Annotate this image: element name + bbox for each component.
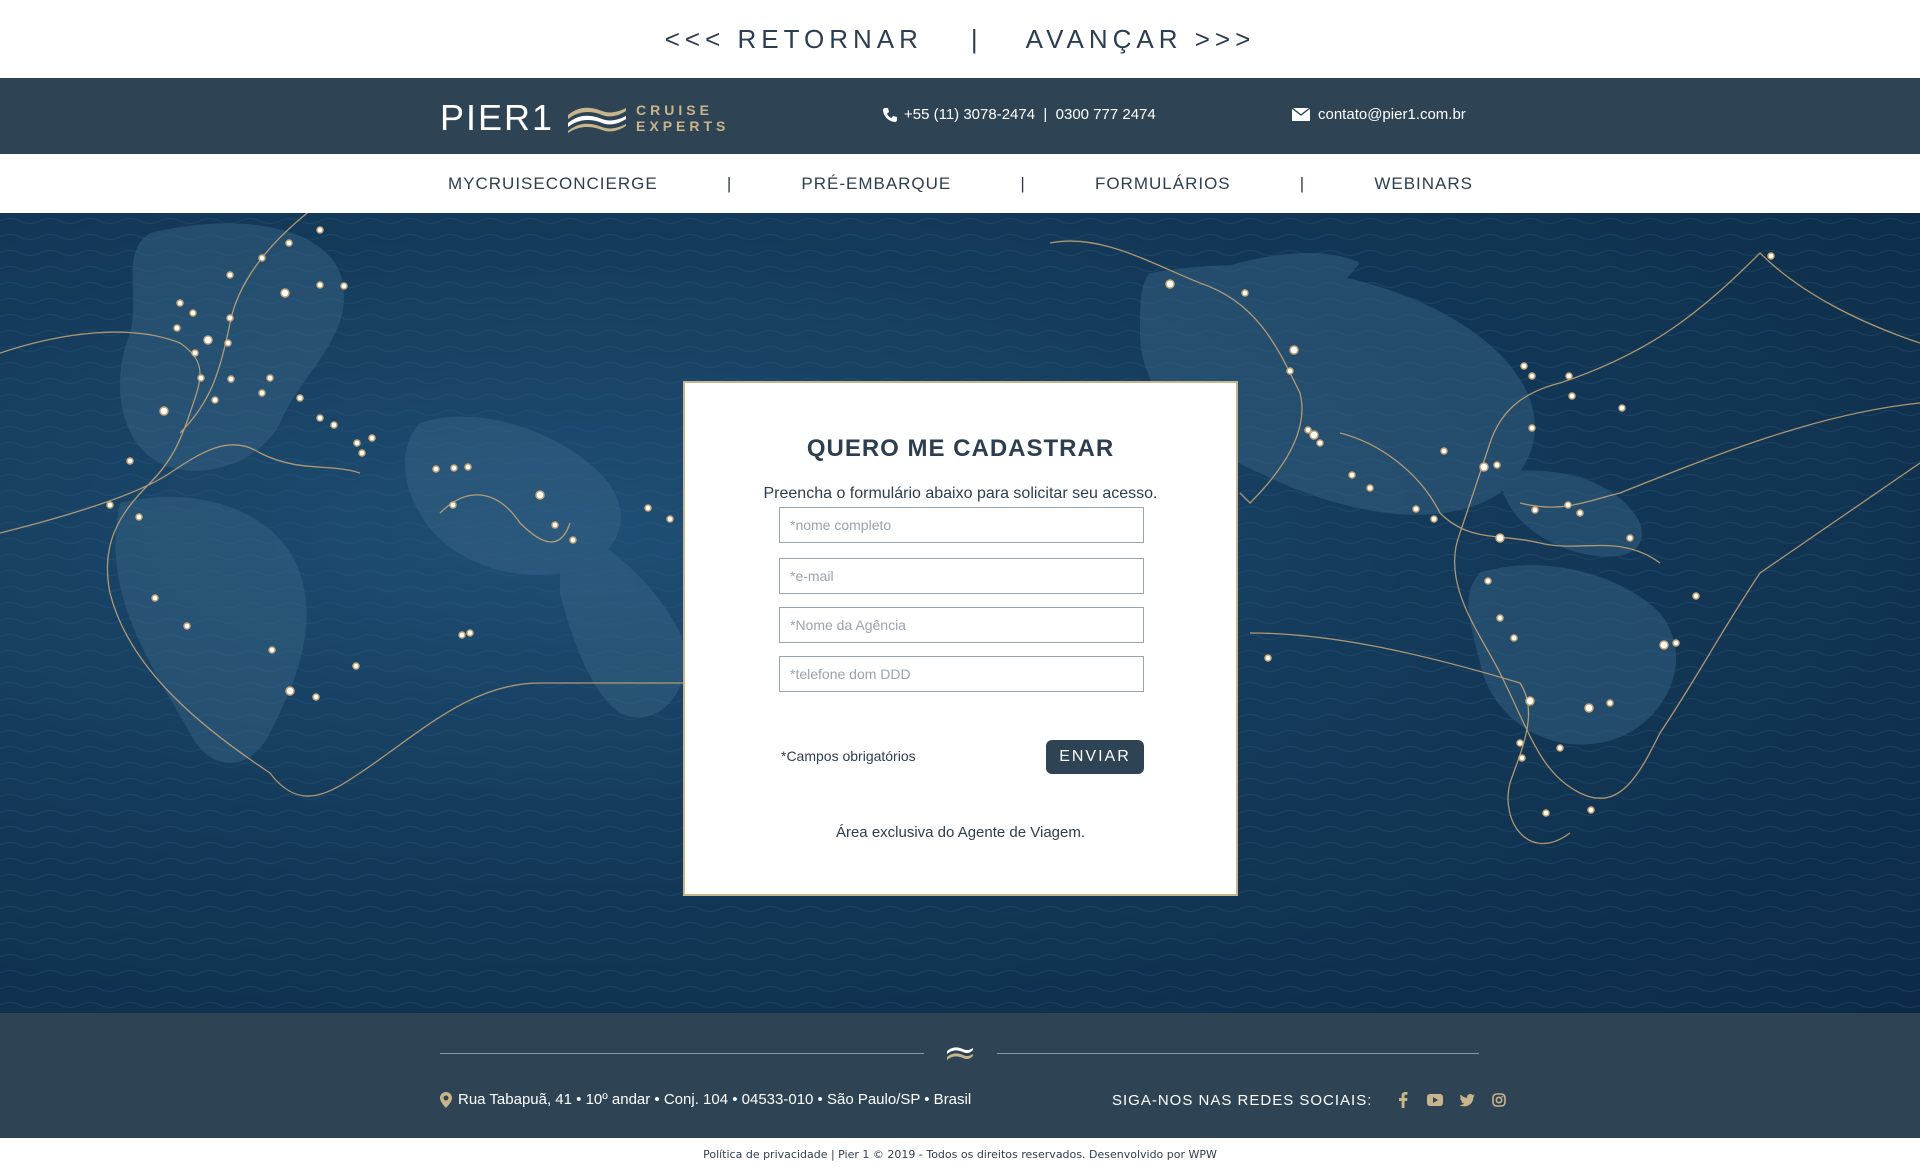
full-name-field[interactable]: [779, 507, 1144, 543]
phone-text: +55 (11) 3078-2474 | 0300 777 2474: [904, 106, 1156, 123]
exclusive-area-note: Área exclusiva do Agente de Viagem.: [835, 824, 1086, 841]
footer-divider-left: [440, 1053, 924, 1054]
header-bar: PIER1 CRUISE EXPERTS +55 (11) 3078-2474 …: [0, 78, 1920, 154]
nav-separator: |: [1020, 173, 1026, 193]
nav-separator: |: [726, 173, 733, 193]
email-text: contato@pier1.com.br: [1318, 106, 1466, 123]
location-pin-icon: [440, 1091, 452, 1108]
address-text: Rua Tabapuã, 41 • 10º andar • Conj. 104 …: [458, 1091, 972, 1108]
form-subtitle: Preencha o formulário abaixo para solici…: [763, 485, 1158, 502]
nav-item-webinars[interactable]: WEBINARS: [1374, 174, 1473, 194]
footer: Rua Tabapuã, 41 • 10º andar • Conj. 104 …: [0, 1013, 1920, 1138]
logo-subtitle: CRUISE EXPERTS: [636, 102, 729, 134]
copyright-bar: Política de privacidade | Pier 1 © 2019 …: [703, 1148, 1217, 1161]
social-links: SIGA-NOS NAS REDES SOCIAIS:: [1112, 1091, 1508, 1109]
instagram-icon[interactable]: [1490, 1091, 1508, 1109]
twitter-icon[interactable]: [1458, 1091, 1476, 1109]
hero-world-map: QUERO ME CADASTRAR Preencha o formulário…: [0, 213, 1920, 1013]
wave-icon: [947, 1047, 973, 1060]
footer-divider-right: [997, 1053, 1479, 1054]
logo-wordmark: PIER1: [440, 97, 555, 138]
form-title: QUERO ME CADASTRAR: [806, 435, 1115, 462]
nav-item-formularios[interactable]: FORMULÁRIOS: [1095, 174, 1231, 194]
youtube-icon[interactable]: [1426, 1091, 1444, 1109]
nav-separator: |: [1299, 173, 1306, 193]
required-fields-note: *Campos obrigatórios: [781, 748, 916, 764]
phone-field[interactable]: [779, 656, 1144, 692]
wave-icon: [568, 107, 627, 133]
email-contact[interactable]: contato@pier1.com.br: [1292, 106, 1466, 123]
nav-item-pre-embarque[interactable]: PRÉ-EMBARQUE: [801, 174, 951, 194]
phone-contact[interactable]: +55 (11) 3078-2474 | 0300 777 2474: [882, 106, 1156, 123]
social-label: SIGA-NOS NAS REDES SOCIAIS:: [1112, 1091, 1373, 1109]
registration-form-card: QUERO ME CADASTRAR Preencha o formulário…: [683, 381, 1238, 896]
forward-link[interactable]: AVANÇAR >>>: [1026, 24, 1256, 55]
facebook-icon[interactable]: [1394, 1091, 1412, 1109]
back-link[interactable]: <<< RETORNAR: [665, 24, 923, 55]
top-navigation: <<< RETORNAR | AVANÇAR >>>: [0, 0, 1920, 78]
secondary-navigation: MYCRUISECONCIERGE | PRÉ-EMBARQUE | FORMU…: [0, 154, 1920, 213]
email-field[interactable]: [779, 558, 1144, 594]
address: Rua Tabapuã, 41 • 10º andar • Conj. 104 …: [440, 1091, 971, 1108]
envelope-icon: [1292, 108, 1310, 121]
submit-button[interactable]: ENVIAR: [1046, 740, 1144, 774]
topnav-separator: |: [970, 23, 978, 54]
logo-sub-cruise: CRUISE: [636, 102, 713, 118]
phone-icon: [883, 107, 897, 122]
nav-item-mycruiseconcierge[interactable]: MYCRUISECONCIERGE: [448, 174, 658, 194]
pier1-logo[interactable]: PIER1 CRUISE EXPERTS: [440, 100, 729, 136]
agency-name-field[interactable]: [779, 607, 1144, 643]
logo-sub-experts: EXPERTS: [636, 118, 730, 134]
